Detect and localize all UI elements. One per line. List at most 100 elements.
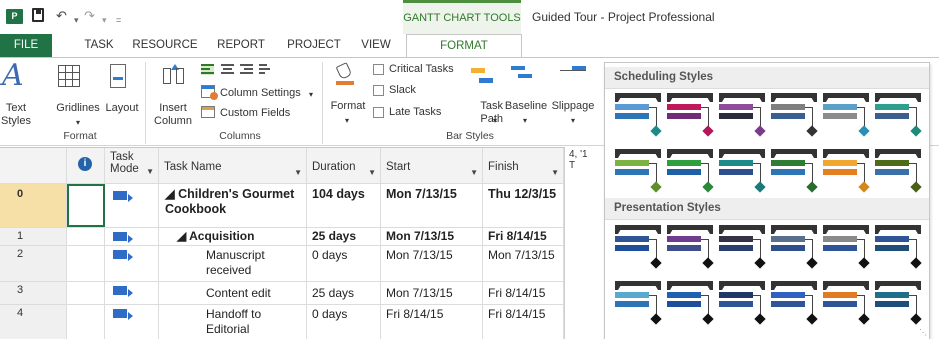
gridlines-button[interactable]: Gridlines xyxy=(50,102,106,115)
start-cell[interactable]: Fri 8/14/15 xyxy=(381,305,483,339)
scheduling-style-tile[interactable] xyxy=(615,93,662,139)
row-number[interactable]: 2 xyxy=(0,246,67,281)
task-name-column-header[interactable]: Task Name ▼ xyxy=(159,148,307,183)
task-name-cell[interactable]: Manuscript received xyxy=(159,246,307,281)
text-styles-icon[interactable]: A xyxy=(2,60,24,92)
start-cell[interactable]: Mon 7/13/15 xyxy=(381,246,483,281)
task-name-cell[interactable]: ◢ Acquisition xyxy=(159,228,307,245)
format-bar-icon[interactable] xyxy=(334,64,356,86)
save-icon[interactable] xyxy=(32,8,44,22)
presentation-style-tile[interactable] xyxy=(875,225,922,271)
start-cell[interactable]: Mon 7/13/15 xyxy=(381,282,483,304)
start-cell[interactable]: Mon 7/13/15 xyxy=(381,184,483,227)
task-mode-column-header[interactable]: Task Mode ▼ xyxy=(105,148,159,183)
row-number[interactable]: 0 xyxy=(0,184,67,227)
finish-cell[interactable]: Fri 8/14/15 xyxy=(483,305,564,339)
tab-view[interactable]: VIEW xyxy=(354,34,398,57)
duration-cell[interactable]: 25 days xyxy=(307,228,381,245)
task-path-dropdown-icon[interactable]: ▾ xyxy=(491,114,499,127)
format-bar-button[interactable]: Format xyxy=(327,100,369,113)
format-bar-dropdown-icon[interactable]: ▾ xyxy=(343,114,351,127)
late-tasks-label[interactable]: Late Tasks xyxy=(389,106,441,118)
scheduling-style-tile[interactable] xyxy=(771,149,818,195)
scheduling-style-tile[interactable] xyxy=(875,149,922,195)
task-path-icon[interactable] xyxy=(471,68,495,88)
indicator-cell[interactable] xyxy=(67,228,105,245)
indicators-column-header[interactable]: i xyxy=(67,148,105,183)
task-name-filter-icon[interactable]: ▼ xyxy=(294,165,302,180)
duration-cell[interactable]: 104 days xyxy=(307,184,381,227)
redo-icon[interactable]: ↷ xyxy=(84,8,95,24)
column-settings-button[interactable]: Column Settings xyxy=(220,87,301,100)
task-name-cell[interactable]: Handoff to Editorial xyxy=(159,305,307,339)
scheduling-style-tile[interactable] xyxy=(615,149,662,195)
table-row[interactable]: 3 Content edit 25 days Mon 7/13/15 Fri 8… xyxy=(0,282,602,305)
start-filter-icon[interactable]: ▼ xyxy=(470,165,478,180)
duration-cell[interactable]: 0 days xyxy=(307,305,381,339)
presentation-style-tile[interactable] xyxy=(771,281,818,327)
duration-filter-icon[interactable]: ▼ xyxy=(368,165,376,180)
task-mode-cell[interactable] xyxy=(105,282,159,304)
presentation-style-tile[interactable] xyxy=(719,281,766,327)
slack-checkbox[interactable] xyxy=(373,85,384,96)
scheduling-style-tile[interactable] xyxy=(875,93,922,139)
presentation-style-tile[interactable] xyxy=(823,281,870,327)
late-tasks-checkbox[interactable] xyxy=(373,107,384,118)
presentation-style-tile[interactable] xyxy=(771,225,818,271)
critical-tasks-checkbox[interactable] xyxy=(373,64,384,75)
align-left-icon[interactable] xyxy=(201,64,214,75)
task-mode-cell[interactable] xyxy=(105,305,159,339)
indicator-cell[interactable] xyxy=(67,282,105,304)
task-name-cell[interactable]: Content edit xyxy=(159,282,307,304)
slippage-icon[interactable] xyxy=(560,64,586,82)
redo-dropdown-icon[interactable]: ▾ xyxy=(102,12,107,28)
tab-resource[interactable]: RESOURCE xyxy=(130,34,200,57)
baseline-dropdown-icon[interactable]: ▾ xyxy=(521,114,529,127)
presentation-style-tile[interactable] xyxy=(719,225,766,271)
scheduling-style-tile[interactable] xyxy=(823,93,870,139)
custom-fields-button[interactable]: Custom Fields xyxy=(220,107,290,120)
scheduling-style-tile[interactable] xyxy=(667,149,714,195)
scheduling-style-tile[interactable] xyxy=(719,149,766,195)
insert-column-button[interactable]: Insert Column xyxy=(153,102,193,128)
gantt-chart-area[interactable]: 4, '1 T xyxy=(564,147,604,339)
scheduling-style-tile[interactable] xyxy=(667,93,714,139)
indicator-cell[interactable] xyxy=(67,305,105,339)
baseline-icon[interactable] xyxy=(511,64,533,82)
start-cell[interactable]: Mon 7/13/15 xyxy=(381,228,483,245)
undo-dropdown-icon[interactable]: ▾ xyxy=(74,12,79,28)
finish-cell[interactable]: Fri 8/14/15 xyxy=(483,228,564,245)
customize-qat-icon[interactable]: = xyxy=(116,12,121,28)
tab-task[interactable]: TASK xyxy=(76,34,122,57)
align-right-icon[interactable] xyxy=(240,64,253,75)
task-mode-cell[interactable] xyxy=(105,246,159,281)
presentation-style-tile[interactable] xyxy=(667,225,714,271)
indicator-cell[interactable] xyxy=(67,246,105,281)
table-row[interactable]: 0 ◢ Children's Gourmet Cookbook 104 days… xyxy=(0,184,602,228)
presentation-style-tile[interactable] xyxy=(667,281,714,327)
table-row[interactable]: 4 Handoff to Editorial 0 days Fri 8/14/1… xyxy=(0,305,602,339)
presentation-style-tile[interactable] xyxy=(615,281,662,327)
indicator-cell[interactable] xyxy=(67,184,105,227)
duration-cell[interactable]: 0 days xyxy=(307,246,381,281)
baseline-button[interactable]: Baseline xyxy=(502,100,550,113)
wrap-text-icon[interactable] xyxy=(259,64,270,75)
duration-column-header[interactable]: Duration ▼ xyxy=(307,148,381,183)
undo-icon[interactable]: ↶ xyxy=(56,8,67,24)
slippage-dropdown-icon[interactable]: ▾ xyxy=(569,114,577,127)
task-mode-filter-icon[interactable]: ▼ xyxy=(146,166,154,178)
presentation-style-tile[interactable] xyxy=(823,225,870,271)
tab-project[interactable]: PROJECT xyxy=(282,34,346,57)
tab-report[interactable]: REPORT xyxy=(210,34,272,57)
layout-icon[interactable] xyxy=(110,64,126,88)
slippage-button[interactable]: Slippage xyxy=(549,100,597,113)
column-settings-dropdown-icon[interactable]: ▾ xyxy=(309,88,313,101)
align-center-icon[interactable] xyxy=(221,64,234,75)
row-number[interactable]: 4 xyxy=(0,305,67,339)
presentation-style-tile[interactable] xyxy=(615,225,662,271)
task-name-cell[interactable]: ◢ Children's Gourmet Cookbook xyxy=(159,184,307,227)
row-number[interactable]: 3 xyxy=(0,282,67,304)
finish-cell[interactable]: Mon 7/13/15 xyxy=(483,246,564,281)
start-column-header[interactable]: Start ▼ xyxy=(381,148,483,183)
text-styles-button[interactable]: Text Styles xyxy=(0,102,32,128)
